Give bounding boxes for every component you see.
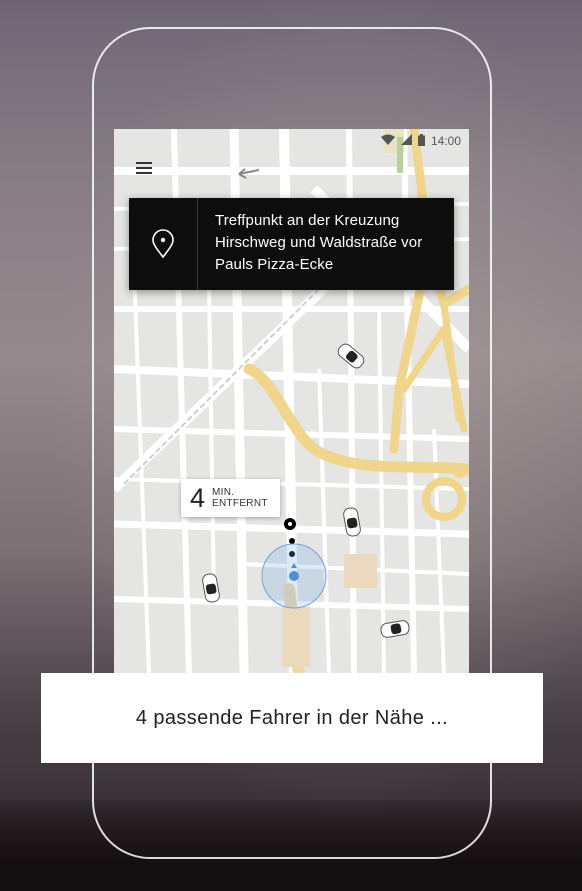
pickup-text-line: Hirschweg und Waldstraße vor xyxy=(215,234,423,251)
pickup-instruction-text: Treffpunkt an der Kreuzung Hirschweg und… xyxy=(198,198,432,290)
status-time: 14:00 xyxy=(430,134,461,148)
wifi-icon xyxy=(380,134,395,148)
pickup-location-card[interactable]: Treffpunkt an der Kreuzung Hirschweg und… xyxy=(129,198,454,290)
current-location-marker[interactable] xyxy=(261,543,327,609)
location-pin-icon xyxy=(129,198,198,290)
pickup-text-line: Pauls Pizza-Ecke xyxy=(215,256,334,273)
eta-minutes: 4 xyxy=(190,482,206,513)
signal-icon xyxy=(400,134,412,148)
eta-label: 4 MIN. ENTFERNT xyxy=(181,479,280,517)
eta-unit-line2: ENTFERNT xyxy=(212,498,268,509)
hamburger-menu-icon[interactable] xyxy=(136,162,152,174)
pickup-text-line: Treffpunkt an der Kreuzung xyxy=(215,212,400,229)
status-banner: 4 passende Fahrer in der Nähe ... xyxy=(41,673,543,763)
eta-unit: MIN. ENTFERNT xyxy=(212,487,268,509)
eta-unit-line1: MIN. xyxy=(212,487,235,498)
status-bar: 14:00 xyxy=(114,129,469,153)
battery-icon xyxy=(417,133,425,149)
status-banner-text: 4 passende Fahrer in der Nähe ... xyxy=(135,706,449,729)
